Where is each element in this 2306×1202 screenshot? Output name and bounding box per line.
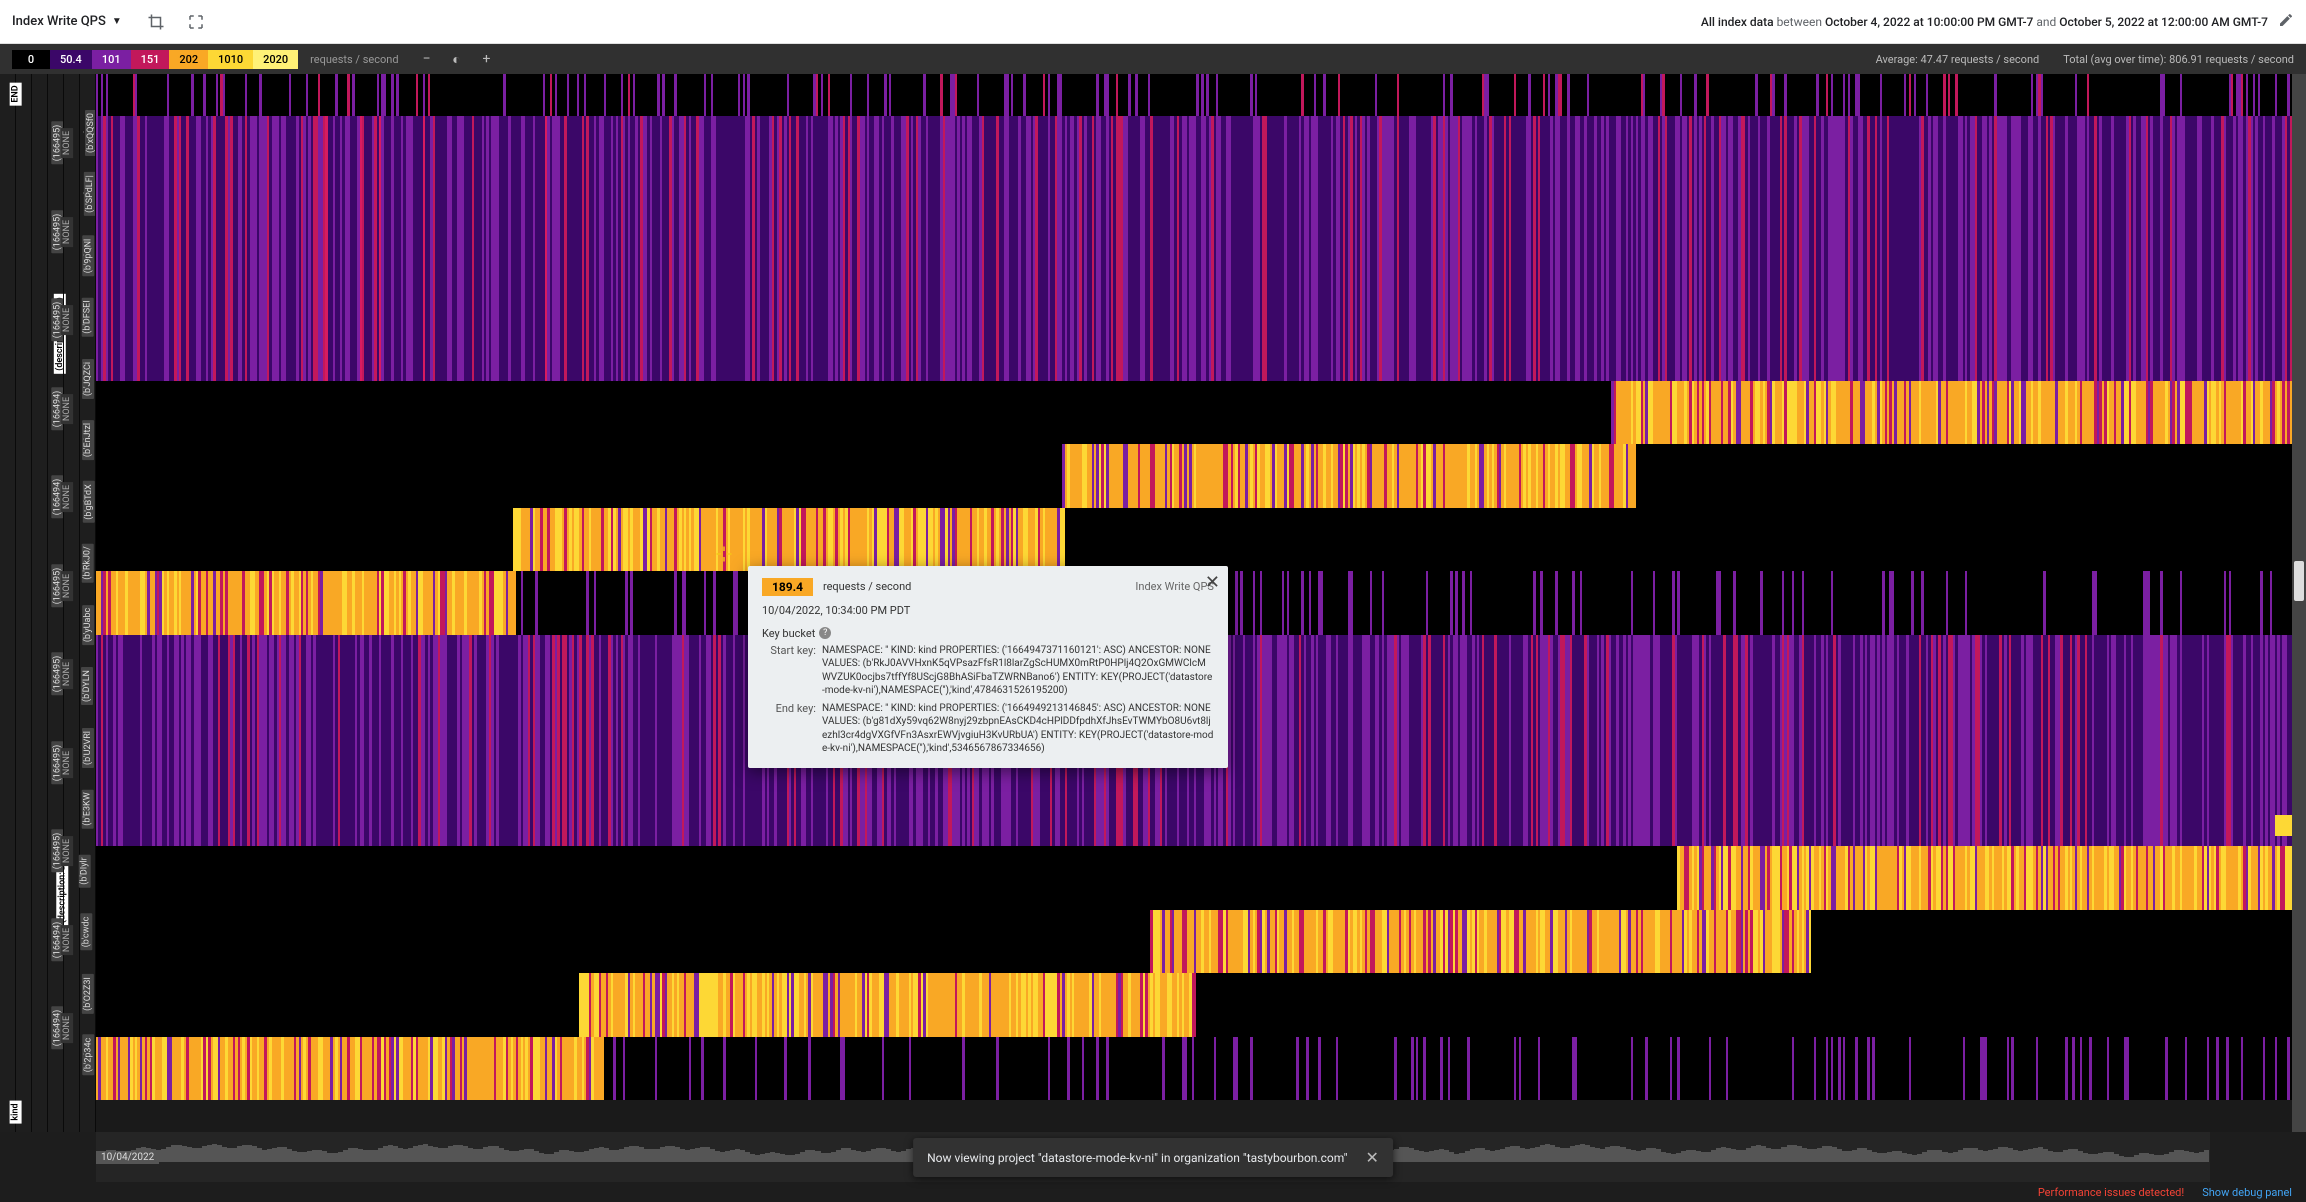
heatmap-row[interactable]	[96, 973, 2292, 1036]
gutter-col-5: (b'xQQSf0(b'SPdLF|(b'9pQNl(b'DFSEI(b'JQZ…	[64, 74, 80, 1132]
axis-tick: ·	[80, 684, 90, 686]
performance-warning-link[interactable]: Performance issues detected!	[2038, 1186, 2184, 1199]
page-title: Index Write QPS	[12, 14, 106, 29]
axis-tick: ·	[80, 377, 90, 379]
tooltip-end-key-value: NAMESPACE: '' KIND: kind PROPERTIES: ('1…	[822, 702, 1214, 756]
heatmap-area[interactable]: ✕ 189.4 requests / second Index Write QP…	[96, 74, 2306, 1132]
axis-tick: ·	[80, 930, 90, 932]
project-toast: Now viewing project "datastore-mode-kv-n…	[913, 1138, 1393, 1177]
axis-tick: ·	[80, 131, 90, 133]
heatmap-row[interactable]	[96, 74, 2292, 116]
legend-chip-1[interactable]: 50.4	[50, 50, 92, 69]
axis-tick: ·	[80, 438, 90, 440]
stat-average: Average: 47.47 requests / second	[1876, 53, 2040, 66]
stat-total-label: Total (avg over time):	[2063, 53, 2166, 66]
legend-chip-3[interactable]: 151	[131, 50, 170, 69]
axis-tick: ·	[80, 807, 90, 809]
top-header: Index Write QPS ▼ All index data between…	[0, 0, 2306, 44]
axis-tick: ·	[80, 192, 90, 194]
axis-tick: ·	[80, 1053, 90, 1055]
time-range-start: October 4, 2022 at 10:00:00 PM GMT-7	[1825, 15, 2033, 29]
tooltip-unit: requests / second	[823, 580, 911, 593]
time-range-between: between	[1777, 15, 1822, 29]
help-icon[interactable]: ?	[819, 627, 831, 639]
axis-tick: ·	[80, 746, 90, 748]
tooltip-start-key-label: Start key:	[762, 644, 816, 698]
legend-bar: 0 50.4 101 151 202 1010 2020 requests / …	[0, 44, 2306, 74]
heatmap-row[interactable]	[96, 508, 2292, 571]
time-range-display: All index data between October 4, 2022 a…	[1701, 15, 2268, 29]
crop-icon[interactable]	[146, 12, 166, 32]
legend-unit: requests / second	[310, 53, 398, 66]
timeline-date-chip: 10/04/2022	[96, 1151, 159, 1164]
tooltip-value: 189.4	[762, 578, 813, 596]
heatmap-row[interactable]	[96, 381, 2292, 444]
heatmap-vertical-scrollbar[interactable]	[2292, 74, 2306, 1132]
time-range-prefix: All index data	[1701, 15, 1774, 29]
tooltip-section-title: Key bucket	[762, 627, 815, 640]
metric-title-dropdown[interactable]: Index Write QPS ▼	[12, 14, 122, 29]
contrast-toggle-button[interactable]: ◐	[449, 51, 465, 67]
tooltip-end-key-label: End key:	[762, 702, 816, 756]
legend-chip-2[interactable]: 101	[92, 50, 131, 69]
toast-message: Now viewing project "datastore-mode-kv-n…	[927, 1151, 1347, 1165]
tooltip-start-key-value: NAMESPACE: '' KIND: kind PROPERTIES: ('1…	[822, 644, 1214, 698]
tooltip-timestamp: 10/04/2022, 10:34:00 PM PDT	[762, 604, 1214, 617]
axis-tick: ·	[80, 254, 90, 256]
scrollbar-thumb[interactable]	[2294, 561, 2304, 601]
legend-chip-6[interactable]: 2020	[253, 50, 298, 69]
axis-tick: ·	[80, 315, 90, 317]
stat-total: Total (avg over time): 806.91 requests /…	[2063, 53, 2294, 66]
heatmap-row[interactable]	[96, 116, 2292, 381]
axis-tick: ·	[80, 500, 90, 502]
legend-chip-5[interactable]: 1010	[208, 50, 253, 69]
heatmap-row[interactable]	[96, 1037, 2292, 1100]
gutter-col-3: (166495)(166495)(166495)(166494)(166494)…	[32, 74, 48, 1132]
show-debug-panel-link[interactable]: Show debug panel	[2202, 1186, 2292, 1199]
cell-tooltip: ✕ 189.4 requests / second Index Write QP…	[748, 566, 1228, 768]
heatmap-panel: END kind (description: ASC) (description…	[0, 74, 2306, 1132]
bottom-panel: Now viewing project "datastore-mode-kv-n…	[0, 1132, 2306, 1202]
legend-chip-4[interactable]: 202	[169, 50, 208, 69]
axis-tick: ·	[80, 992, 90, 994]
gutter-col-2: (description: ASC) (description: DESC)	[16, 74, 32, 1132]
heatmap-row[interactable]	[96, 910, 2292, 973]
gutter-col-1: END kind	[0, 74, 16, 1132]
color-legend: 0 50.4 101 151 202 1010 2020	[12, 50, 298, 69]
time-range-end: October 5, 2022 at 12:00:00 AM GMT-7	[2059, 15, 2268, 29]
fullscreen-icon[interactable]	[186, 12, 206, 32]
gutter-col-4: NONENONENONENONENONENONENONENONENONENONE…	[48, 74, 64, 1132]
chevron-down-icon: ▼	[112, 16, 122, 27]
heatmap-row[interactable]	[96, 444, 2292, 507]
legend-chip-0[interactable]: 0	[12, 50, 50, 69]
time-range-and: and	[2036, 15, 2056, 29]
heatmap-hot-cell	[2275, 815, 2293, 836]
axis-tick: ·	[80, 561, 90, 563]
edit-time-range-icon[interactable]	[2278, 12, 2294, 32]
heatmap-row[interactable]	[96, 846, 2292, 909]
axis-tick: ·	[80, 869, 90, 871]
tooltip-metric-name: Index Write QPS	[1135, 580, 1214, 593]
axis-tick: ·	[80, 623, 90, 625]
zoom-in-button[interactable]: +	[479, 51, 495, 67]
stat-total-value: 806.91 requests / second	[2169, 53, 2294, 66]
zoom-out-button[interactable]: −	[419, 51, 435, 67]
toast-close-icon[interactable]: ✕	[1365, 1148, 1378, 1167]
tooltip-close-icon[interactable]: ✕	[1205, 572, 1220, 593]
gutter-col-6: · · · · · · · · · · · · · · · ·	[80, 74, 96, 1132]
y-axis-gutter: END kind (description: ASC) (description…	[0, 74, 96, 1132]
stat-average-label: Average:	[1876, 53, 1918, 66]
stat-average-value: 47.47 requests / second	[1921, 53, 2040, 66]
